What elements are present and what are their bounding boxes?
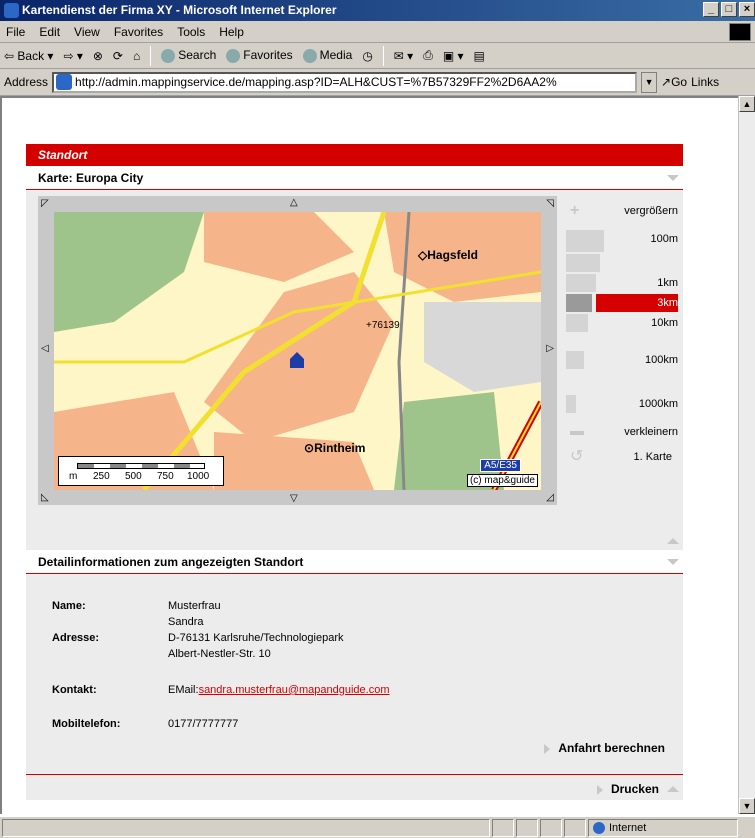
minimize-button[interactable]: _ — [703, 2, 719, 17]
zoom-level-10km[interactable]: 10km — [566, 314, 678, 332]
collapse-icon[interactable] — [667, 175, 679, 181]
pan-southeast-icon[interactable]: ◿ — [546, 492, 554, 503]
search-icon — [161, 48, 176, 63]
name-row: Name: Musterfrau — [52, 600, 221, 612]
reset-icon: ↺ — [570, 448, 584, 465]
favorites-button[interactable]: Favorites — [226, 48, 293, 63]
scroll-down-icon: ▼ — [739, 798, 755, 814]
search-button[interactable]: Search — [161, 48, 216, 63]
expand-up-icon[interactable] — [667, 786, 679, 792]
pan-north-icon[interactable]: △ — [290, 197, 298, 208]
mobile-row: Mobiltelefon: 0177/7777777 — [52, 718, 239, 730]
go-button[interactable]: ↗Go — [661, 75, 687, 89]
map-frame: ◸ △ ◹ ◁ ▷ ◺ ▽ ◿ ◇Hagsfeld ⊙Rintheim +761… — [38, 196, 557, 505]
map-section-header: Karte: Europa City — [26, 166, 683, 190]
standort-header: Standort — [26, 144, 683, 166]
stop-icon[interactable]: ⊗ — [93, 49, 103, 63]
ie-icon — [4, 3, 19, 18]
pan-east-icon[interactable]: ▷ — [546, 343, 554, 354]
menubar: File Edit View Favorites Tools Help — [0, 21, 755, 43]
status-zone: Internet — [588, 818, 738, 837]
status-message — [2, 818, 490, 837]
menu-file[interactable]: File — [6, 25, 25, 39]
zoom-control: + vergrößern 100m 1km 3km 10km 100km 1000… — [566, 196, 681, 476]
detail-section-header: Detailinformationen zum angezeigten Stan… — [26, 550, 683, 574]
edit-icon[interactable]: ▣ ▾ — [443, 49, 464, 63]
map-label-rintheim: ⊙Rintheim — [304, 441, 366, 455]
menu-favorites[interactable]: Favorites — [114, 25, 163, 39]
map-label-hagsfeld: ◇Hagsfeld — [418, 248, 478, 262]
discuss-icon[interactable]: ▤ — [474, 49, 485, 63]
plus-icon: + — [570, 202, 580, 219]
zoom-level-100m[interactable]: 100m — [566, 230, 678, 252]
menu-tools[interactable]: Tools — [177, 25, 205, 39]
pan-south-icon[interactable]: ▽ — [290, 493, 298, 504]
addressbar: Address http://admin.mappingservice.de/m… — [0, 69, 755, 96]
back-button[interactable]: ⇦ Back ▾ — [4, 49, 53, 63]
home-icon[interactable]: ⌂ — [133, 49, 140, 63]
refresh-icon[interactable]: ⟳ — [113, 49, 123, 63]
forward-button[interactable]: ⇨ ▾ — [63, 49, 82, 63]
expand-up-icon[interactable] — [667, 538, 679, 544]
address-row: Adresse: D-76131 Karlsruhe/Technologiepar… — [52, 632, 344, 644]
map-copyright: (c) map&guide — [466, 474, 538, 487]
pan-northwest-icon[interactable]: ◸ — [41, 198, 49, 209]
zoom-level-1000km[interactable]: 1000km — [566, 395, 678, 413]
name-given: Sandra — [168, 616, 204, 628]
zoom-level-3km-bar — [566, 294, 592, 312]
vertical-scrollbar[interactable]: ▲ ▼ — [738, 96, 755, 814]
globe-icon — [593, 821, 605, 834]
pan-west-icon[interactable]: ◁ — [41, 343, 49, 354]
window-titlebar: Kartendienst der Firma XY - Microsoft In… — [0, 0, 755, 21]
print-button[interactable]: Drucken — [596, 782, 659, 796]
print-icon[interactable]: ⎙ — [423, 48, 433, 63]
email-link[interactable]: sandra.musterfrau@mapandguide.com — [199, 684, 390, 696]
pan-southwest-icon[interactable]: ◺ — [41, 492, 49, 503]
map-section: Karte: Europa City ◸ △ ◹ ◁ ▷ ◺ ▽ ◿ ◇Hags… — [26, 166, 683, 546]
media-icon — [302, 48, 317, 63]
contact-row: Kontakt: EMail:sandra.musterfrau@mapandgu… — [52, 684, 390, 696]
address-street: Albert-Nestler-Str. 10 — [168, 648, 271, 660]
menu-view[interactable]: View — [74, 25, 100, 39]
links-button[interactable]: Links — [691, 75, 719, 89]
close-button[interactable]: × — [739, 2, 755, 17]
mail-icon[interactable]: ✉ ▾ — [394, 49, 413, 63]
statusbar: Internet — [0, 816, 755, 838]
scale-bar: m 250 500 750 1000 — [58, 456, 224, 486]
address-label: Address — [4, 75, 49, 89]
zoom-level-3km[interactable]: 3km — [596, 294, 678, 312]
map-label-postcode: +76139 — [366, 320, 400, 331]
map-canvas[interactable]: ◇Hagsfeld ⊙Rintheim +76139 A5/E35 m 250 … — [54, 212, 541, 490]
reset-map-button[interactable]: ↺ 1. Karte — [566, 448, 678, 466]
zoom-in-button[interactable]: + vergrößern — [566, 202, 678, 220]
road-sign: A5/E35 — [480, 459, 521, 472]
route-button[interactable]: Anfahrt berechnen — [544, 741, 665, 755]
page-icon — [56, 74, 73, 90]
collapse-icon[interactable] — [667, 559, 679, 565]
minus-icon — [570, 431, 584, 435]
zoom-level-1km[interactable]: 1km — [566, 274, 678, 292]
scroll-up-icon: ▲ — [739, 96, 755, 112]
pan-northeast-icon[interactable]: ◹ — [546, 198, 554, 209]
history-icon[interactable]: ◷ — [362, 49, 372, 63]
arrow-right-icon — [544, 743, 551, 754]
address-input[interactable]: http://admin.mappingservice.de/mapping.a… — [52, 71, 638, 93]
favorites-icon — [226, 48, 241, 63]
menu-help[interactable]: Help — [219, 25, 244, 39]
window-title: Kartendienst der Firma XY - Microsoft In… — [22, 3, 337, 17]
arrow-right-icon — [596, 784, 603, 795]
zoom-out-button[interactable]: verkleinern — [566, 423, 678, 441]
page-content: Standort Karte: Europa City ◸ △ ◹ ◁ ▷ ◺ … — [0, 96, 738, 814]
toolbar: ⇦ Back ▾ ⇨ ▾ ⊗ ⟳ ⌂ Search Favorites Medi… — [0, 43, 755, 69]
maximize-button[interactable]: □ — [721, 2, 737, 17]
address-dropdown[interactable]: ▼ — [641, 71, 658, 93]
media-button[interactable]: Media — [302, 48, 352, 63]
zoom-level-100km[interactable]: 100km — [566, 351, 678, 369]
zoom-level-2[interactable] — [566, 254, 678, 272]
menu-edit[interactable]: Edit — [39, 25, 60, 39]
windows-logo-icon — [729, 23, 751, 41]
detail-section: Detailinformationen zum angezeigten Stan… — [26, 550, 683, 800]
